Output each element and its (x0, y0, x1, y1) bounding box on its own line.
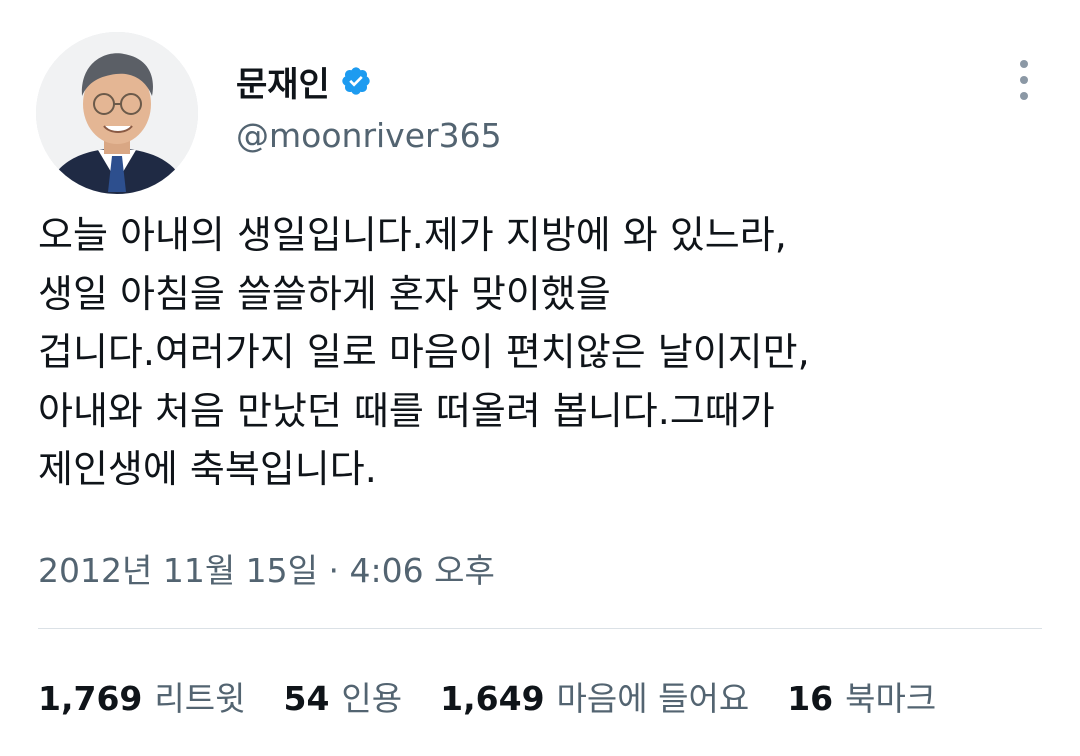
stat-label: 인용 (341, 679, 403, 718)
more-options-icon[interactable] (1012, 56, 1036, 104)
author-block: 문재인 @moonriver365 (236, 57, 502, 156)
handle[interactable]: @moonriver365 (236, 116, 502, 155)
stat-label: 북마크 (845, 679, 937, 718)
stat-bookmarks[interactable]: 16 북마크 (787, 672, 936, 720)
stat-count: 1,769 (38, 679, 143, 718)
tweet-card: 문재인 @moonriver365 오늘 아내의 생일입니다.제가 지방에 와 … (0, 0, 1080, 756)
stat-count: 54 (283, 679, 330, 718)
stat-likes[interactable]: 1,649 마음에 들어요 (440, 672, 749, 720)
stat-retweets[interactable]: 1,769 리트윗 (38, 672, 245, 720)
engagement-stats: 1,769 리트윗 54 인용 1,649 마음에 들어요 16 북마크 (38, 672, 936, 720)
name-row: 문재인 (236, 57, 502, 106)
stat-count: 1,649 (440, 679, 545, 718)
display-name[interactable]: 문재인 (236, 57, 330, 106)
timestamp[interactable]: 2012년 11월 15일 · 4:06 오후 (38, 544, 495, 592)
stat-quotes[interactable]: 54 인용 (283, 672, 402, 720)
stat-label: 마음에 들어요 (556, 679, 750, 718)
divider (38, 628, 1042, 629)
tweet-text: 오늘 아내의 생일입니다.제가 지방에 와 있느라, 생일 아침을 쓸쓸하게 혼… (38, 213, 810, 491)
verified-badge-icon (342, 67, 370, 95)
stat-count: 16 (787, 679, 834, 718)
stat-label: 리트윗 (154, 679, 246, 718)
avatar-photo (36, 32, 198, 194)
avatar[interactable] (36, 32, 198, 194)
